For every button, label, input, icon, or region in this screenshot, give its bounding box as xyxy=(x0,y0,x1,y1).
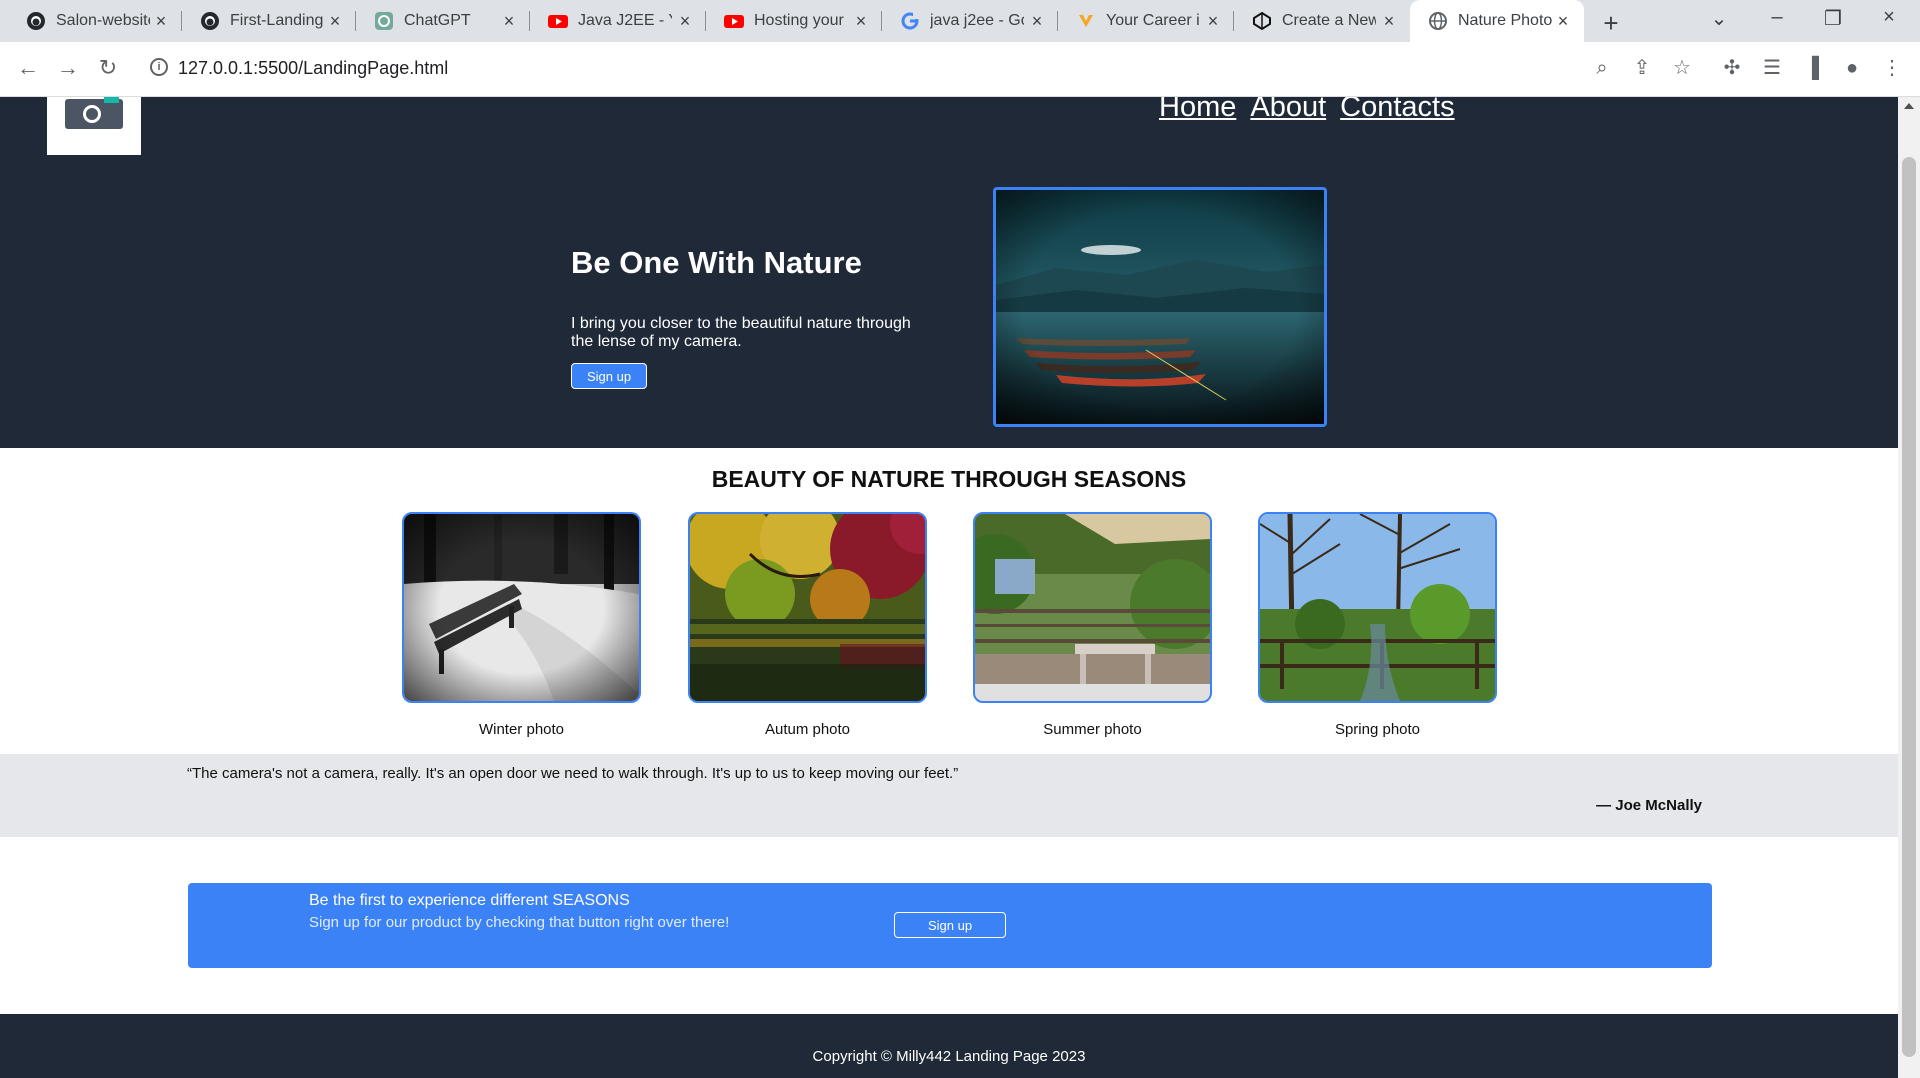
tab-title: Java J2EE - You xyxy=(578,12,672,29)
season-card-spring: Spring photo xyxy=(1258,512,1497,738)
bookmark-star-icon[interactable]: ☆ xyxy=(1670,56,1694,80)
scroll-up-arrow-icon[interactable] xyxy=(1904,103,1914,109)
career-icon xyxy=(1076,11,1096,31)
tab-title: Hosting your xyxy=(754,12,844,29)
cta-signup-button[interactable]: Sign up xyxy=(894,912,1006,938)
tab-salon-website[interactable]: Salon-website × xyxy=(8,0,182,42)
tab-title: java j2ee - Go xyxy=(930,12,1024,29)
zoom-icon[interactable]: ⌕ xyxy=(1590,56,1614,80)
browser-toolbar: ← → ↻ i 127.0.0.1:5500/LandingPage.html … xyxy=(0,42,1920,97)
url-text[interactable]: 127.0.0.1:5500/LandingPage.html xyxy=(178,58,448,79)
codepen-icon xyxy=(1252,11,1272,31)
tab-first-landing[interactable]: First-Landing- × xyxy=(182,0,356,42)
google-icon xyxy=(900,11,920,31)
back-icon[interactable]: ← xyxy=(14,54,42,82)
season-caption: Autum photo xyxy=(764,721,851,738)
close-icon[interactable]: × xyxy=(326,12,344,30)
reload-icon[interactable]: ↻ xyxy=(94,54,122,82)
close-icon[interactable]: × xyxy=(852,12,870,30)
camera-icon xyxy=(65,97,123,129)
tab-title: Your Career in xyxy=(1106,12,1200,29)
window-close-icon[interactable]: × xyxy=(1874,6,1904,29)
youtube-icon xyxy=(724,11,744,31)
address-bar[interactable]: i 127.0.0.1:5500/LandingPage.html xyxy=(134,48,1570,88)
tab-search-icon[interactable]: ⌄ xyxy=(1704,6,1734,31)
maximize-icon[interactable]: ❐ xyxy=(1818,6,1848,31)
season-caption: Summer photo xyxy=(1043,721,1142,738)
close-icon[interactable]: × xyxy=(152,12,170,30)
youtube-icon xyxy=(548,11,568,31)
tab-your-career[interactable]: Your Career in × xyxy=(1058,0,1234,42)
quote-author: — Joe McNally xyxy=(1596,797,1702,814)
close-icon[interactable]: × xyxy=(1380,12,1398,30)
github-icon xyxy=(26,11,46,31)
hero-text: I bring you closer to the beautiful natu… xyxy=(571,315,911,350)
summer-photo xyxy=(973,512,1212,703)
cta-banner: Be the first to experience different SEA… xyxy=(188,883,1712,968)
forward-icon[interactable]: → xyxy=(54,54,82,82)
tab-strip: Salon-website × First-Landing- × ChatGPT… xyxy=(0,0,1920,42)
site-info-icon[interactable]: i xyxy=(150,58,168,76)
hero-section: Home About Contacts Be One With Nature I… xyxy=(0,97,1898,448)
winter-photo xyxy=(402,512,641,703)
page-footer: Copyright © Milly442 Landing Page 2023 xyxy=(0,1014,1898,1078)
seasons-title: BEAUTY OF NATURE THROUGH SEASONS xyxy=(711,466,1187,492)
close-icon[interactable]: × xyxy=(1204,12,1222,30)
extensions-icon[interactable]: ✣ xyxy=(1720,56,1744,80)
scrollbar-thumb[interactable] xyxy=(1902,157,1916,1057)
hero-signup-button[interactable]: Sign up xyxy=(571,363,647,389)
main-nav: Home About Contacts xyxy=(1159,97,1455,124)
tab-title: Create a New xyxy=(1282,12,1376,29)
tab-title: Salon-website xyxy=(56,12,150,29)
close-icon[interactable]: × xyxy=(676,12,694,30)
tab-java-j2ee-google[interactable]: java j2ee - Go × xyxy=(882,0,1058,42)
menu-icon[interactable]: ⋮ xyxy=(1880,56,1904,80)
footer-copyright: Copyright © Milly442 Landing Page 2023 xyxy=(812,1048,1086,1065)
globe-icon xyxy=(1428,11,1448,31)
tab-nature-photos[interactable]: Nature Photos × xyxy=(1410,0,1584,42)
reading-list-icon[interactable]: ☰ xyxy=(1760,56,1784,80)
nav-about-link[interactable]: About xyxy=(1250,97,1326,124)
tab-chatgpt[interactable]: ChatGPT × xyxy=(356,0,530,42)
season-card-summer: Summer photo xyxy=(973,512,1212,738)
tab-title: First-Landing- xyxy=(230,12,324,29)
quote-section: “The camera's not a camera, really. It's… xyxy=(0,754,1898,837)
side-panel-icon[interactable]: ▐ xyxy=(1800,56,1824,80)
tab-hosting-your[interactable]: Hosting your × xyxy=(706,0,882,42)
lake-boats-image xyxy=(993,187,1327,427)
page-scrollbar[interactable] xyxy=(1898,97,1920,1078)
cta-text: Sign up for our product by checking that… xyxy=(309,914,730,931)
season-caption: Winter photo xyxy=(478,721,565,738)
tab-create-a-new[interactable]: Create a New × xyxy=(1234,0,1410,42)
tab-java-j2ee-youtube[interactable]: Java J2EE - You × xyxy=(530,0,706,42)
nav-home-link[interactable]: Home xyxy=(1159,97,1236,124)
close-icon[interactable]: × xyxy=(500,12,518,30)
quote-text: “The camera's not a camera, really. It's… xyxy=(187,765,959,782)
autumn-photo xyxy=(688,512,927,703)
tab-title: Nature Photos xyxy=(1458,12,1552,29)
season-card-autumn: Autum photo xyxy=(688,512,927,738)
cta-title: Be the first to experience different SEA… xyxy=(309,892,630,909)
github-icon xyxy=(200,11,220,31)
share-icon[interactable]: ⇪ xyxy=(1630,56,1654,80)
hero-title: Be One With Nature xyxy=(571,245,862,280)
page-viewport: Home About Contacts Be One With Nature I… xyxy=(0,97,1898,1078)
chatgpt-icon xyxy=(374,11,394,31)
close-icon[interactable]: × xyxy=(1028,12,1046,30)
new-tab-button[interactable]: + xyxy=(1598,8,1624,39)
minimize-icon[interactable]: – xyxy=(1762,6,1792,29)
tab-title: ChatGPT xyxy=(404,12,471,29)
profile-icon[interactable]: ● xyxy=(1840,56,1864,80)
close-icon[interactable]: × xyxy=(1554,12,1572,30)
nav-contacts-link[interactable]: Contacts xyxy=(1340,97,1454,124)
season-card-winter: Winter photo xyxy=(402,512,641,738)
season-caption: Spring photo xyxy=(1334,721,1421,738)
spring-photo xyxy=(1258,512,1497,703)
camera-logo[interactable] xyxy=(47,97,141,155)
